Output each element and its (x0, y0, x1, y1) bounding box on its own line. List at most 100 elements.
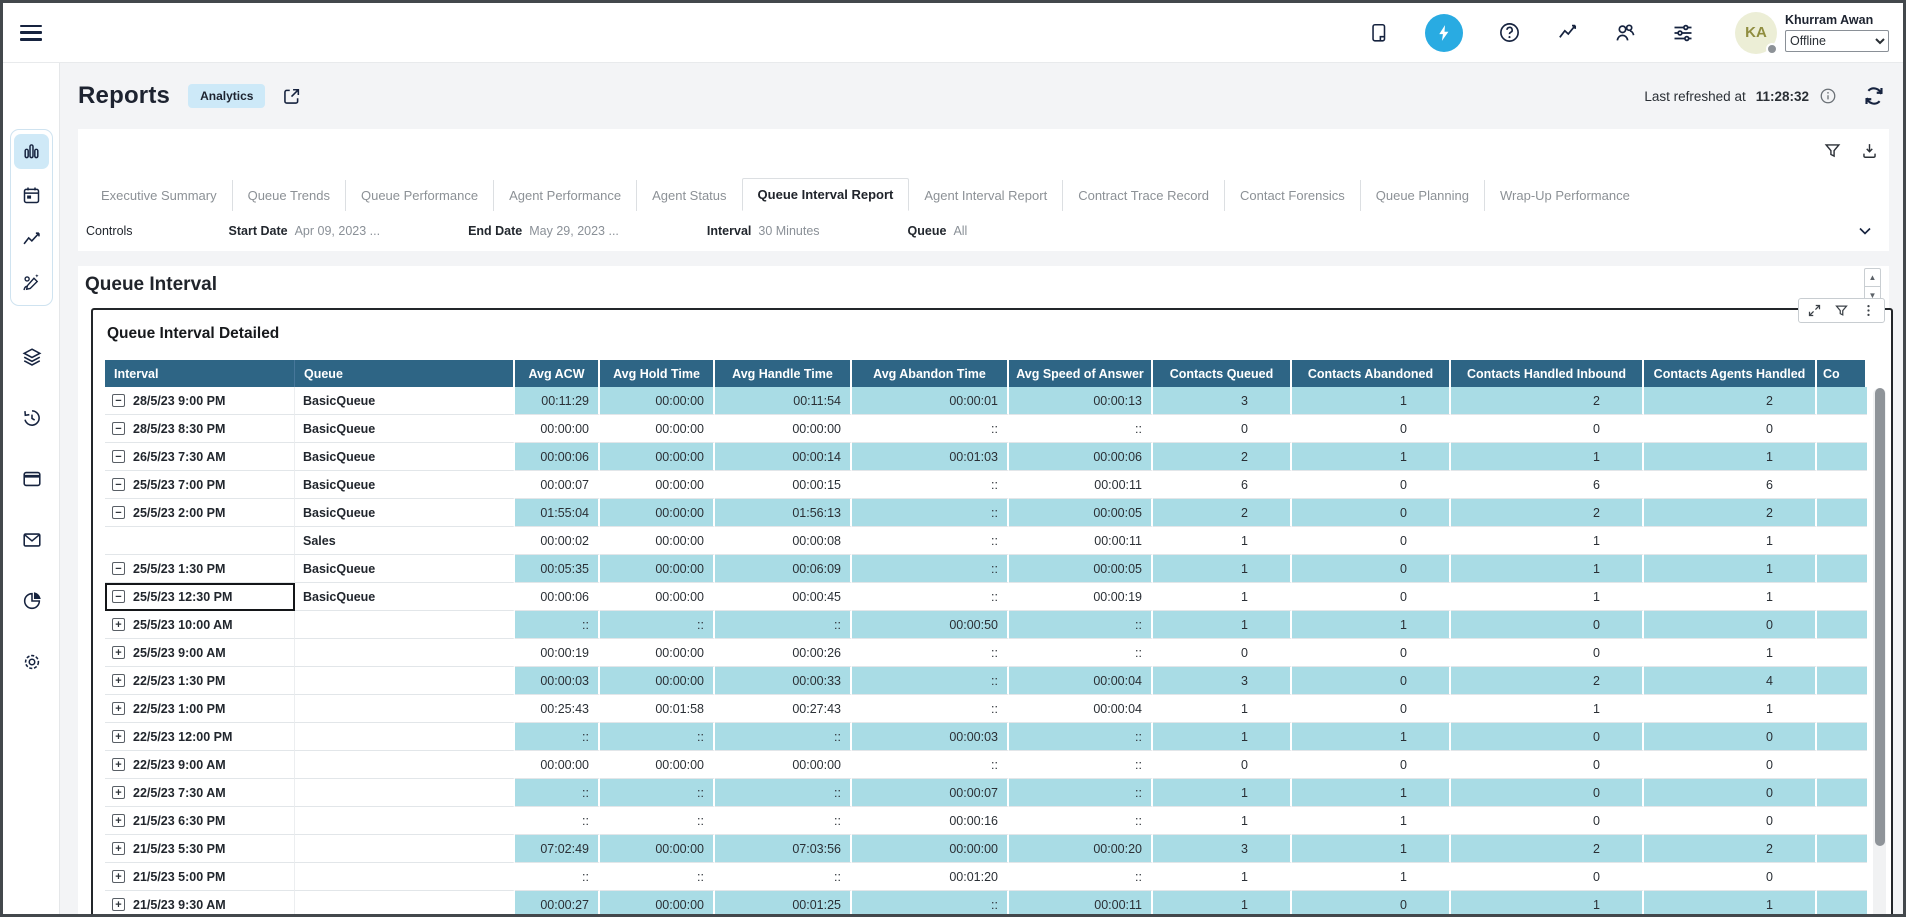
tab-contact-forensics[interactable]: Contact Forensics (1224, 180, 1360, 211)
interval-cell[interactable]: +22/5/23 9:00 AM (105, 751, 295, 779)
column-header[interactable]: Contacts Abandoned (1292, 360, 1451, 387)
expand-row-icon[interactable]: + (112, 870, 125, 883)
column-header[interactable]: Avg Handle Time (715, 360, 852, 387)
expand-row-icon[interactable]: + (112, 842, 125, 855)
users-icon[interactable] (1613, 21, 1637, 45)
user-avatar[interactable]: KA (1735, 12, 1777, 54)
refresh-icon[interactable] (1861, 83, 1887, 109)
start-date-control[interactable]: Start Date Apr 09, 2023 ... (229, 224, 381, 238)
interval-cell[interactable]: +21/5/23 5:00 PM (105, 863, 295, 891)
expand-row-icon[interactable]: + (112, 674, 125, 687)
interval-cell[interactable]: −28/5/23 9:00 PM (105, 387, 295, 415)
more-options-kebab-icon[interactable] (1861, 303, 1876, 318)
expand-icon[interactable] (1807, 303, 1822, 318)
column-header[interactable]: Contacts Agents Handled (1644, 360, 1817, 387)
interval-cell[interactable]: +25/5/23 9:00 AM (105, 639, 295, 667)
collapse-row-icon[interactable]: − (112, 422, 125, 435)
sidebar-item-history[interactable] (14, 400, 49, 435)
scroll-up-icon[interactable]: ▲ (1865, 269, 1880, 286)
column-header[interactable]: Co (1817, 360, 1867, 387)
sidebar-item-layers[interactable] (14, 339, 49, 374)
interval-cell[interactable]: −25/5/23 7:00 PM (105, 471, 295, 499)
interval-cell[interactable]: +22/5/23 7:30 AM (105, 779, 295, 807)
sidebar-item-mail[interactable] (14, 522, 49, 557)
scrollbar-thumb[interactable] (1875, 388, 1885, 846)
interval-cell[interactable]: −28/5/23 8:30 PM (105, 415, 295, 443)
interval-cell[interactable]: +21/5/23 6:30 PM (105, 807, 295, 835)
interval-cell[interactable] (105, 527, 295, 555)
column-header[interactable]: Queue (295, 360, 515, 387)
download-icon[interactable] (1860, 141, 1879, 160)
expand-row-icon[interactable]: + (112, 702, 125, 715)
metrics-chart-icon[interactable] (1555, 21, 1579, 45)
chevron-down-icon[interactable] (1855, 221, 1875, 241)
expand-row-icon[interactable]: + (112, 730, 125, 743)
value-cell: :: (600, 863, 715, 891)
column-header[interactable]: Avg Abandon Time (852, 360, 1009, 387)
expand-row-icon[interactable]: + (112, 814, 125, 827)
interval-cell[interactable]: +25/5/23 10:00 AM (105, 611, 295, 639)
realtime-metrics-icon-active[interactable] (1425, 14, 1463, 52)
sidebar-item-reports[interactable] (14, 134, 49, 169)
vertical-scrollbar[interactable] (1873, 388, 1886, 917)
sidebar-item-trends[interactable] (14, 222, 49, 257)
sidebar-item-design[interactable] (14, 266, 49, 301)
queue-control[interactable]: Queue All (908, 224, 968, 238)
collapse-row-icon[interactable]: − (112, 506, 125, 519)
external-link-icon[interactable] (281, 86, 302, 107)
interval-cell[interactable]: +22/5/23 1:30 PM (105, 667, 295, 695)
agent-status-select[interactable]: Offline (1785, 30, 1889, 52)
value-cell: 00:00:11 (1009, 527, 1153, 555)
interval-cell[interactable]: +21/5/23 5:30 PM (105, 835, 295, 863)
hamburger-menu-icon[interactable] (20, 25, 42, 41)
column-header[interactable]: Avg Speed of Answer (1009, 360, 1153, 387)
column-header[interactable]: Avg Hold Time (600, 360, 715, 387)
sidebar-item-dashboards[interactable] (14, 583, 49, 618)
value-cell: 00:00:26 (715, 639, 852, 667)
column-header[interactable]: Contacts Handled Inbound (1451, 360, 1644, 387)
collapse-row-icon[interactable]: − (112, 478, 125, 491)
collapse-row-icon[interactable]: − (112, 590, 125, 603)
collapse-row-icon[interactable]: − (112, 450, 125, 463)
settings-sliders-icon[interactable] (1671, 21, 1695, 45)
tab-queue-performance[interactable]: Queue Performance (345, 180, 493, 211)
tab-contract-trace-record[interactable]: Contract Trace Record (1062, 180, 1224, 211)
tab-wrap-up-performance[interactable]: Wrap-Up Performance (1484, 180, 1645, 211)
expand-row-icon[interactable]: + (112, 898, 125, 911)
panel-filter-icon[interactable] (1834, 303, 1849, 318)
sidebar-item-settings[interactable] (14, 644, 49, 679)
info-icon[interactable] (1819, 87, 1837, 105)
table-row: +22/5/23 1:30 PM00:00:0300:00:0000:00:33… (105, 667, 1867, 695)
tab-queue-planning[interactable]: Queue Planning (1360, 180, 1484, 211)
interval-cell[interactable]: +22/5/23 1:00 PM (105, 695, 295, 723)
column-header[interactable]: Interval (105, 360, 295, 387)
expand-row-icon[interactable]: + (112, 758, 125, 771)
interval-cell[interactable]: +22/5/23 12:00 PM (105, 723, 295, 751)
collapse-row-icon[interactable]: − (112, 562, 125, 575)
tab-queue-trends[interactable]: Queue Trends (232, 180, 345, 211)
expand-row-icon[interactable]: + (112, 646, 125, 659)
collapse-row-icon[interactable]: − (112, 394, 125, 407)
expand-row-icon[interactable]: + (112, 786, 125, 799)
interval-cell[interactable]: −25/5/23 1:30 PM (105, 555, 295, 583)
interval-control[interactable]: Interval 30 Minutes (707, 224, 820, 238)
sidebar-item-workspace[interactable] (14, 461, 49, 496)
interval-cell[interactable]: +21/5/23 9:30 AM (105, 891, 295, 917)
column-header[interactable]: Contacts Queued (1153, 360, 1292, 387)
sidebar-item-schedule[interactable] (14, 178, 49, 213)
tab-executive-summary[interactable]: Executive Summary (86, 180, 232, 211)
end-date-control[interactable]: End Date May 29, 2023 ... (468, 224, 619, 238)
column-header[interactable]: Avg ACW (515, 360, 600, 387)
help-icon[interactable] (1497, 21, 1521, 45)
tab-agent-status[interactable]: Agent Status (636, 180, 741, 211)
interval-cell[interactable]: −26/5/23 7:30 AM (105, 443, 295, 471)
tab-queue-interval-report[interactable]: Queue Interval Report (742, 178, 910, 211)
interval-cell[interactable]: −25/5/23 2:00 PM (105, 499, 295, 527)
expand-row-icon[interactable]: + (112, 618, 125, 631)
notes-icon[interactable] (1367, 21, 1391, 45)
interval-label: 21/5/23 5:30 PM (133, 842, 225, 856)
interval-cell[interactable]: −25/5/23 12:30 PM (105, 583, 295, 611)
tab-agent-performance[interactable]: Agent Performance (493, 180, 636, 211)
tab-agent-interval-report[interactable]: Agent Interval Report (909, 180, 1062, 211)
filter-icon[interactable] (1823, 141, 1842, 160)
